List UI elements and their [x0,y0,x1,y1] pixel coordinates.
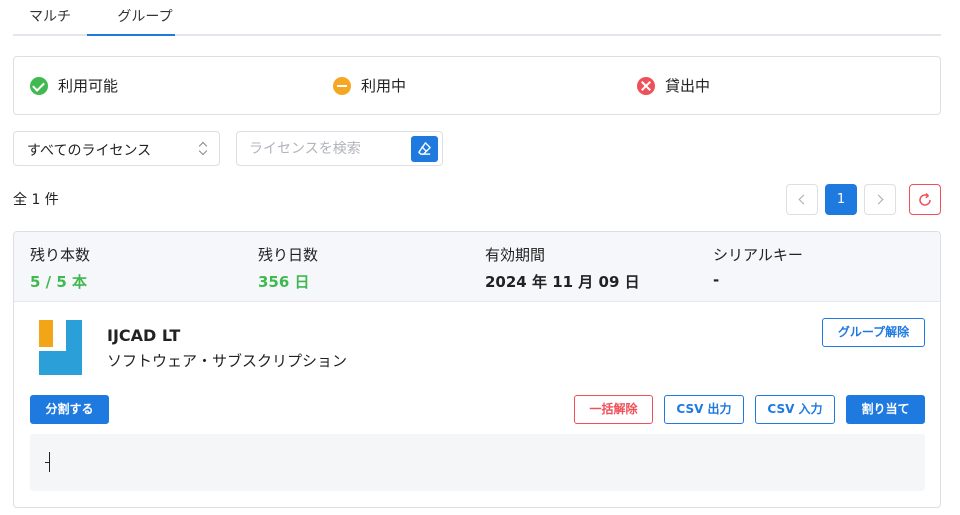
legend-in-use-label: 利用中 [361,77,407,95]
search-input[interactable] [237,132,409,165]
csv-import-button[interactable]: CSV 入力 [755,395,835,424]
tab-bar: マルチ グループ [13,0,941,36]
license-filter-value: すべてのライセンス [27,143,152,159]
tab-multi[interactable]: マルチ [29,6,71,26]
tab-group[interactable]: グループ [101,6,189,26]
license-search [236,131,443,166]
chevron-left-icon [798,194,809,205]
license-filter-select[interactable]: すべてのライセンス [13,131,220,166]
active-tab-indicator [87,34,175,36]
text-cursor-tick [45,462,50,463]
refresh-icon [919,192,931,206]
stat-value: 2024 年 11 月 09 日 [485,273,640,291]
legend-available: 利用可能 [30,75,118,96]
product-name: IJCAD LT [107,326,181,345]
assign-button[interactable]: 割り当て [846,395,925,424]
legend-in-use: 利用中 [333,75,406,96]
clear-search-button[interactable] [411,136,438,162]
stat-value: 356 日 [258,273,310,291]
bulk-release-button[interactable]: 一括解除 [574,395,653,424]
result-count: 全 1 件 [13,192,59,208]
ungroup-button[interactable]: グループ解除 [822,318,925,347]
license-group-card: 残り本数 5 / 5 本 残り日数 356 日 有効期間 2024 年 11 月… [13,231,941,508]
x-circle-icon [637,76,655,95]
status-legend: 利用可能 利用中 貸出中 [13,56,941,115]
split-button[interactable]: 分割する [30,395,109,424]
stat-remaining-count: 残り本数 5 / 5 本 [30,244,90,292]
next-page-button[interactable] [864,184,896,215]
minus-circle-icon [333,76,351,95]
legend-lent: 貸出中 [637,75,710,96]
check-circle-icon [30,76,48,95]
csv-export-button[interactable]: CSV 出力 [664,395,744,424]
product-type: ソフトウェア・サブスクリプション [107,352,348,370]
stat-label: 残り本数 [30,246,91,264]
legend-available-label: 利用可能 [58,77,119,95]
refresh-button[interactable] [909,184,941,215]
chevron-right-icon [873,194,884,205]
legend-lent-label: 貸出中 [665,77,711,95]
stat-validity: 有効期間 2024 年 11 月 09 日 [485,244,640,292]
chevron-updown-icon [199,141,207,157]
eraser-icon [418,142,431,155]
license-list-area[interactable] [30,434,925,491]
stat-serial-key: シリアルキー - [713,244,803,289]
prev-page-button[interactable] [786,184,818,215]
stat-value: 5 / 5 本 [30,273,88,291]
page-number-button[interactable]: 1 [825,184,857,215]
stat-value: - [713,271,720,289]
stat-remaining-days: 残り日数 356 日 [258,244,318,292]
stat-label: 有効期間 [485,246,546,264]
ijcad-logo-icon [39,320,82,375]
card-summary: 残り本数 5 / 5 本 残り日数 356 日 有効期間 2024 年 11 月… [14,232,940,302]
stat-label: 残り日数 [258,246,319,264]
stat-label: シリアルキー [713,246,803,264]
